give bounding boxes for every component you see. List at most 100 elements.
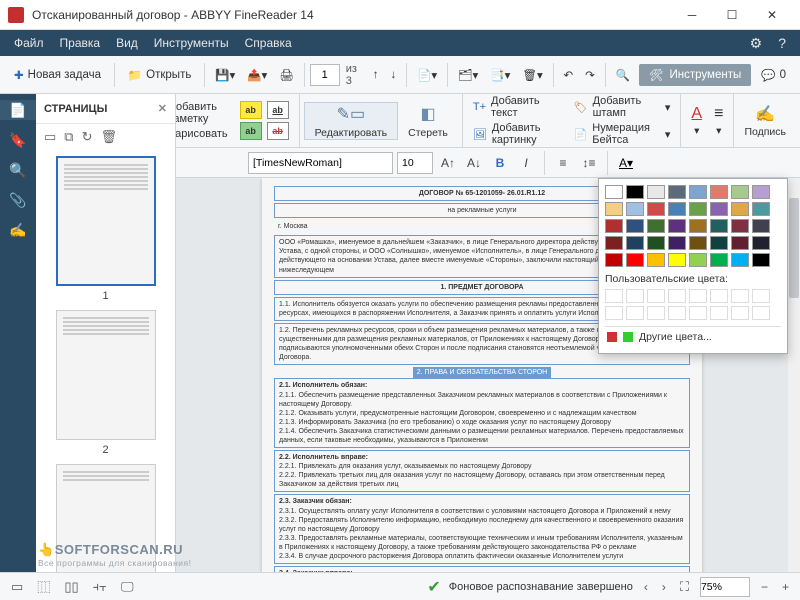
user-color-slot[interactable]	[668, 289, 686, 303]
view-presentation-icon[interactable]: 🖵	[118, 579, 137, 595]
color-swatch[interactable]	[668, 202, 686, 216]
minimize-button[interactable]: ─	[672, 1, 712, 29]
zoom-out-button[interactable]: −	[758, 580, 771, 594]
zoom-select[interactable]	[700, 577, 750, 597]
view-continuous-icon[interactable]: ⿲	[34, 577, 53, 596]
page-number-input[interactable]	[310, 64, 340, 86]
color-swatch[interactable]	[710, 219, 728, 233]
highlight-yellow-button[interactable]: ab	[240, 101, 262, 119]
send-button[interactable]: 📤▾	[242, 64, 272, 86]
color-swatch[interactable]	[626, 253, 644, 267]
color-swatch[interactable]	[605, 219, 623, 233]
user-color-slot[interactable]	[605, 306, 623, 320]
vertical-scrollbar[interactable]	[788, 178, 800, 572]
add-text-button[interactable]: T+Добавить текст	[473, 95, 562, 119]
bookmarks-tab-icon[interactable]: 🔖	[8, 130, 28, 150]
color-swatch[interactable]	[605, 185, 623, 199]
user-color-slot[interactable]	[731, 289, 749, 303]
user-color-slot[interactable]	[752, 289, 770, 303]
color-swatch[interactable]	[752, 236, 770, 250]
thumb-copy-icon[interactable]: ⧉	[64, 129, 73, 145]
align-button[interactable]: ≡	[552, 152, 574, 174]
color-swatch[interactable]	[710, 253, 728, 267]
open-button[interactable]: 📁Открыть	[120, 64, 200, 86]
color-swatch[interactable]	[752, 219, 770, 233]
user-color-slot[interactable]	[689, 306, 707, 320]
undo-button[interactable]: ↶	[559, 64, 579, 86]
settings-icon[interactable]: ⚙	[742, 35, 771, 52]
help-icon[interactable]: ?	[770, 35, 794, 51]
user-color-slot[interactable]	[731, 306, 749, 320]
tools-panel-button[interactable]: 🛠 Инструменты	[639, 64, 751, 86]
other-colors-button[interactable]: Другие цвета...	[605, 326, 781, 347]
color-swatch[interactable]	[668, 185, 686, 199]
color-swatch[interactable]	[668, 253, 686, 267]
thumb-add-icon[interactable]: ▭	[44, 129, 56, 145]
color-swatch[interactable]	[689, 236, 707, 250]
color-swatch[interactable]	[626, 219, 644, 233]
maximize-button[interactable]: ☐	[712, 1, 752, 29]
save-button[interactable]: 💾▾	[210, 64, 240, 86]
menu-edit[interactable]: Правка	[52, 30, 109, 56]
page-up-button[interactable]: ↑	[368, 65, 384, 85]
color-swatch[interactable]	[752, 253, 770, 267]
bates-numbering-button[interactable]: 📄Нумерация Бейтса ▾	[574, 122, 671, 146]
color-swatch[interactable]	[731, 202, 749, 216]
color-swatch[interactable]	[689, 219, 707, 233]
color-swatch[interactable]	[626, 185, 644, 199]
delete-page-button[interactable]: 🗑▾	[517, 64, 547, 86]
color-swatch[interactable]	[731, 253, 749, 267]
close-button[interactable]: ✕	[752, 1, 792, 29]
font-size-select[interactable]	[397, 152, 433, 174]
redo-button[interactable]: ↷	[580, 64, 600, 86]
color-swatch[interactable]	[626, 202, 644, 216]
add-stamp-button[interactable]: 🏷Добавить штамп ▾	[574, 95, 671, 119]
font-color-button[interactable]: A▾	[615, 152, 637, 174]
page-thumb-1[interactable]	[56, 156, 156, 286]
erase-button[interactable]: ◧Стереть	[398, 103, 458, 139]
view-two-page-icon[interactable]: ▯▯	[61, 579, 81, 595]
highlight-green-button[interactable]: ab	[240, 122, 262, 140]
menu-help[interactable]: Справка	[237, 30, 300, 56]
pages-tab-icon[interactable]: 📄	[0, 100, 36, 120]
page-down-button[interactable]: ↓	[385, 65, 401, 85]
color-swatch[interactable]	[605, 253, 623, 267]
color-swatch[interactable]	[731, 236, 749, 250]
user-color-slot[interactable]	[647, 306, 665, 320]
page-thumb-2[interactable]	[56, 310, 156, 440]
color-swatch[interactable]	[647, 202, 665, 216]
color-swatch[interactable]	[689, 253, 707, 267]
zoom-in-button[interactable]: +	[779, 580, 792, 594]
user-color-slot[interactable]	[626, 306, 644, 320]
search-icon[interactable]: 🔍	[611, 64, 635, 86]
color-swatch[interactable]	[731, 219, 749, 233]
menu-view[interactable]: Вид	[108, 30, 146, 56]
color-swatch[interactable]	[647, 253, 665, 267]
new-task-button[interactable]: ✚Новая задача	[6, 64, 109, 86]
fullscreen-icon[interactable]: ⛶	[677, 579, 692, 595]
font-select[interactable]	[248, 152, 393, 174]
view-single-icon[interactable]: ▭	[8, 579, 26, 595]
text-color-button[interactable]: A▾	[685, 105, 708, 137]
color-swatch[interactable]	[647, 185, 665, 199]
user-color-slot[interactable]	[605, 289, 623, 303]
status-prev-icon[interactable]: ‹	[641, 580, 651, 594]
user-color-slot[interactable]	[647, 289, 665, 303]
layers-button[interactable]: 🗂▾	[453, 64, 483, 86]
user-color-slot[interactable]	[710, 289, 728, 303]
color-swatch[interactable]	[668, 236, 686, 250]
status-next-icon[interactable]: ›	[659, 580, 669, 594]
comments-button[interactable]: 💬0	[753, 64, 794, 86]
color-swatch[interactable]	[752, 202, 770, 216]
signatures-tab-icon[interactable]: ✍	[8, 220, 28, 240]
line-spacing-button[interactable]: ↕≡	[578, 152, 600, 174]
pages-close-icon[interactable]: ✕	[158, 102, 167, 115]
thumb-rotate-icon[interactable]: ↻	[82, 129, 93, 145]
underline-button[interactable]: ab	[267, 101, 289, 119]
sign-button[interactable]: ✍Подпись	[738, 104, 792, 138]
print-button[interactable]: 🖨	[274, 64, 299, 86]
search-tab-icon[interactable]: 🔍	[8, 160, 28, 180]
color-swatch[interactable]	[710, 185, 728, 199]
user-color-slot[interactable]	[668, 306, 686, 320]
color-swatch[interactable]	[668, 219, 686, 233]
